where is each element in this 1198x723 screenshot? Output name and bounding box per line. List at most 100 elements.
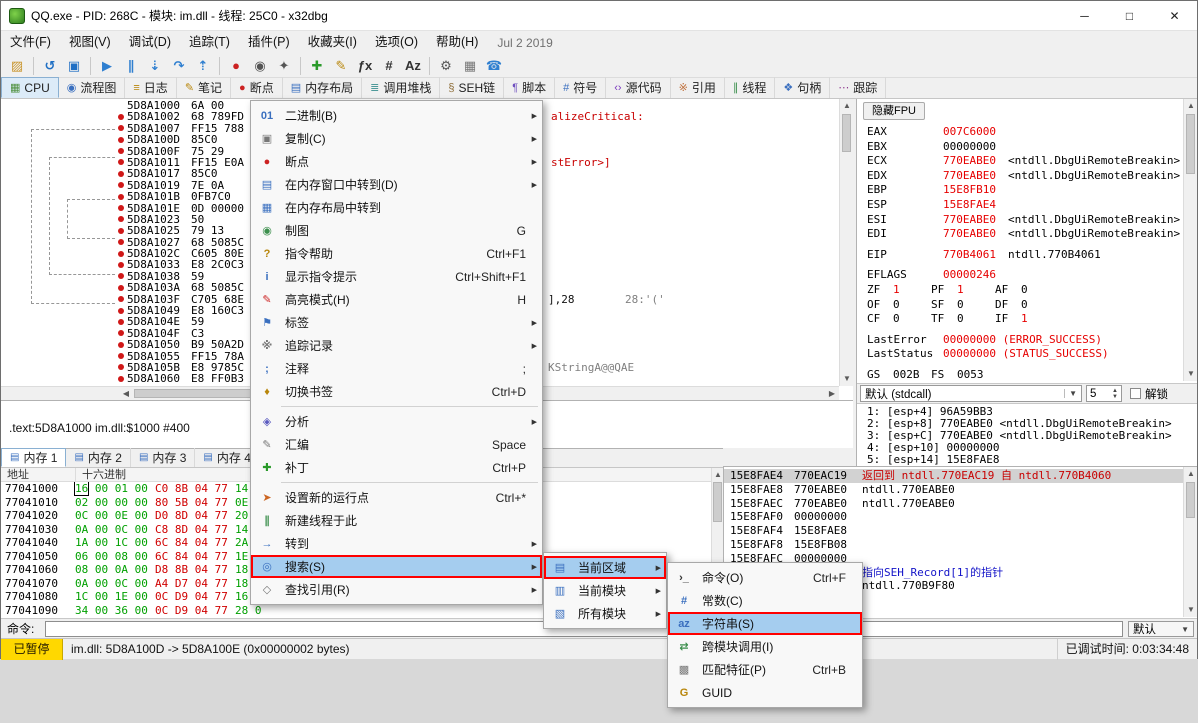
- stop-icon[interactable]: ▣: [63, 56, 85, 76]
- menu-item-goto[interactable]: →转到▶: [251, 532, 542, 555]
- menu-item-search-constant[interactable]: #常数(C): [668, 589, 862, 612]
- trace-icon[interactable]: ✦: [273, 56, 295, 76]
- scroll-up-icon[interactable]: ▲: [840, 99, 853, 113]
- scroll-down-icon[interactable]: ▼: [1184, 603, 1197, 617]
- menubar-item-4[interactable]: 插件(P): [239, 31, 299, 54]
- hash-icon[interactable]: #: [378, 56, 400, 76]
- tab-threads[interactable]: ∥线程: [725, 77, 776, 98]
- menu-item-copy[interactable]: ▣复制(C)▶: [251, 127, 542, 150]
- menu-item-label[interactable]: ⚑标签▶: [251, 311, 542, 334]
- menu-item-search-guid[interactable]: GGUID: [668, 681, 862, 704]
- unlock-checkbox[interactable]: 解锁: [1130, 386, 1168, 402]
- maximize-button[interactable]: □: [1107, 1, 1152, 31]
- tab-graph[interactable]: ◉流程图: [59, 77, 126, 98]
- scroll-up-icon[interactable]: ▲: [1184, 467, 1197, 481]
- stack-row[interactable]: 15E8FAF415E8FAE8: [724, 524, 1183, 538]
- scroll-thumb[interactable]: [713, 482, 722, 522]
- restart-icon[interactable]: ↺: [39, 56, 61, 76]
- step-over-icon[interactable]: ↷: [168, 56, 190, 76]
- spinner-arrows-icon[interactable]: ▲▼: [1112, 388, 1118, 400]
- menu-item-show-mnemonic-brief[interactable]: i显示指令提示Ctrl+Shift+F1: [251, 265, 542, 288]
- az-icon[interactable]: Az: [402, 56, 424, 76]
- menubar-item-1[interactable]: 视图(V): [60, 31, 120, 54]
- menu-item-search-intermodular-calls[interactable]: ⇄跨模块调用(I): [668, 635, 862, 658]
- command-profile-select[interactable]: 默认 ▼: [1128, 621, 1194, 637]
- argument-count-stepper[interactable]: 5 ▲▼: [1086, 385, 1122, 402]
- menu-item-instruction-help[interactable]: ?指令帮助Ctrl+F1: [251, 242, 542, 265]
- menubar-item-6[interactable]: 选项(O): [366, 31, 427, 54]
- menubar-item-7[interactable]: 帮助(H): [427, 31, 487, 54]
- scroll-left-icon[interactable]: ◀: [119, 387, 133, 401]
- menu-item-search[interactable]: ◎搜索(S)▶: [251, 555, 542, 578]
- pause-icon[interactable]: ∥: [120, 56, 142, 76]
- tab-seh[interactable]: §SEH链: [440, 77, 504, 98]
- stack-scrollbar[interactable]: ▲ ▼: [1183, 467, 1197, 617]
- menu-item-search-command[interactable]: ›_命令(O)Ctrl+F: [668, 566, 862, 589]
- menubar-item-2[interactable]: 调试(D): [120, 31, 180, 54]
- menu-item-trace-record[interactable]: ※追踪记录▶: [251, 334, 542, 357]
- stack-row[interactable]: 15E8FAF815E8FB08: [724, 538, 1183, 552]
- menu-item-follow-in-memory-map[interactable]: ▦在内存布局中转到: [251, 196, 542, 219]
- menu-item-graph[interactable]: ◉制图G: [251, 219, 542, 242]
- tab-trace[interactable]: ⋯跟踪: [830, 77, 886, 98]
- tab-memory-map[interactable]: ▤内存布局: [283, 77, 362, 98]
- menu-item-all-modules[interactable]: ▧所有模块▶: [544, 602, 666, 625]
- scroll-thumb[interactable]: [1186, 114, 1195, 174]
- stack-row[interactable]: 15E8FAE4770EAC19返回到 ntdll.770EAC19 自 ntd…: [724, 469, 1183, 483]
- menu-item-current-module[interactable]: ▥当前模块▶: [544, 579, 666, 602]
- hide-fpu-button[interactable]: 隐藏FPU: [863, 102, 925, 120]
- checkbox-icon[interactable]: [1130, 388, 1141, 399]
- menu-item-set-new-origin[interactable]: ➤设置新的运行点Ctrl+*: [251, 486, 542, 509]
- breakpoint-toggle-icon[interactable]: ●: [225, 56, 247, 76]
- disasm-vertical-scrollbar[interactable]: ▲ ▼: [839, 99, 853, 386]
- tab-dump-2[interactable]: ▤内存 2: [66, 448, 130, 467]
- tab-dump-1[interactable]: ▤内存 1: [1, 448, 66, 467]
- tab-script[interactable]: ¶脚本: [504, 77, 555, 98]
- tab-handles[interactable]: ❖句柄: [775, 77, 830, 98]
- menu-item-search-pattern[interactable]: ▩匹配特征(P)Ctrl+B: [668, 658, 862, 681]
- menubar-item-5[interactable]: 收藏夹(I): [299, 31, 366, 54]
- menu-item-comment[interactable]: ;注释;: [251, 357, 542, 380]
- registers-pane[interactable]: 隐藏FPU EAX007C6000EBX00000000ECX770EABE0<…: [856, 99, 1197, 466]
- tab-symbols[interactable]: #符号: [555, 77, 606, 98]
- patch-icon[interactable]: ✚: [306, 56, 328, 76]
- calculator-icon[interactable]: ▦: [459, 56, 481, 76]
- close-button[interactable]: ✕: [1152, 1, 1197, 31]
- menubar-item-3[interactable]: 追踪(T): [180, 31, 239, 54]
- stack-row[interactable]: 15E8FAE8770EABE0ntdll.770EABE0: [724, 483, 1183, 497]
- menu-item-toggle-bookmark[interactable]: ♦切换书签Ctrl+D: [251, 380, 542, 403]
- menu-item-highlighting-mode[interactable]: ✎高亮模式(H)H: [251, 288, 542, 311]
- tab-references[interactable]: ※引用: [671, 77, 725, 98]
- calling-convention-select[interactable]: 默认 (stdcall) ▼: [860, 385, 1082, 402]
- scroll-down-icon[interactable]: ▼: [1184, 367, 1198, 381]
- tab-call-stack[interactable]: ≣调用堆栈: [362, 77, 440, 98]
- tab-log[interactable]: ≡日志: [125, 77, 176, 98]
- menu-item-current-region[interactable]: ▤当前区域▶: [544, 556, 666, 579]
- comment-icon[interactable]: ✎: [330, 56, 352, 76]
- menu-item-patch[interactable]: ✚补丁Ctrl+P: [251, 456, 542, 479]
- minimize-button[interactable]: ─: [1062, 1, 1107, 31]
- tab-breakpoints[interactable]: ●断点: [231, 77, 283, 98]
- open-file-icon[interactable]: ▨: [6, 56, 28, 76]
- registers-scrollbar[interactable]: ▲ ▼: [1183, 99, 1197, 381]
- menu-item-create-thread-here[interactable]: ∥新建线程于此: [251, 509, 542, 532]
- scroll-right-icon[interactable]: ▶: [825, 387, 839, 401]
- tab-source[interactable]: ‹›源代码: [606, 77, 670, 98]
- stack-row[interactable]: 15E8FAEC770EABE0ntdll.770EABE0: [724, 497, 1183, 511]
- scroll-thumb[interactable]: [1186, 482, 1195, 518]
- menu-item-search-strings[interactable]: az字符串(S): [668, 612, 862, 635]
- scroll-up-icon[interactable]: ▲: [1184, 99, 1198, 113]
- menu-item-find-references[interactable]: ◇查找引用(R)▶: [251, 578, 542, 601]
- animate-icon[interactable]: ◉: [249, 56, 271, 76]
- execute-till-return-icon[interactable]: ⇡: [192, 56, 214, 76]
- remote-debug-icon[interactable]: ☎: [483, 56, 505, 76]
- tab-dump-3[interactable]: ▤内存 3: [131, 448, 195, 467]
- menu-item-analysis[interactable]: ◈分析▶: [251, 410, 542, 433]
- menu-item-breakpoint[interactable]: ●断点▶: [251, 150, 542, 173]
- scroll-thumb[interactable]: [842, 114, 851, 152]
- scroll-down-icon[interactable]: ▼: [840, 372, 853, 386]
- menu-item-follow-in-dump[interactable]: ▤在内存窗口中转到(D)▶: [251, 173, 542, 196]
- tab-cpu[interactable]: ▦CPU: [1, 77, 59, 98]
- menu-item-assemble[interactable]: ✎汇编Space: [251, 433, 542, 456]
- menubar-item-0[interactable]: 文件(F): [1, 31, 60, 54]
